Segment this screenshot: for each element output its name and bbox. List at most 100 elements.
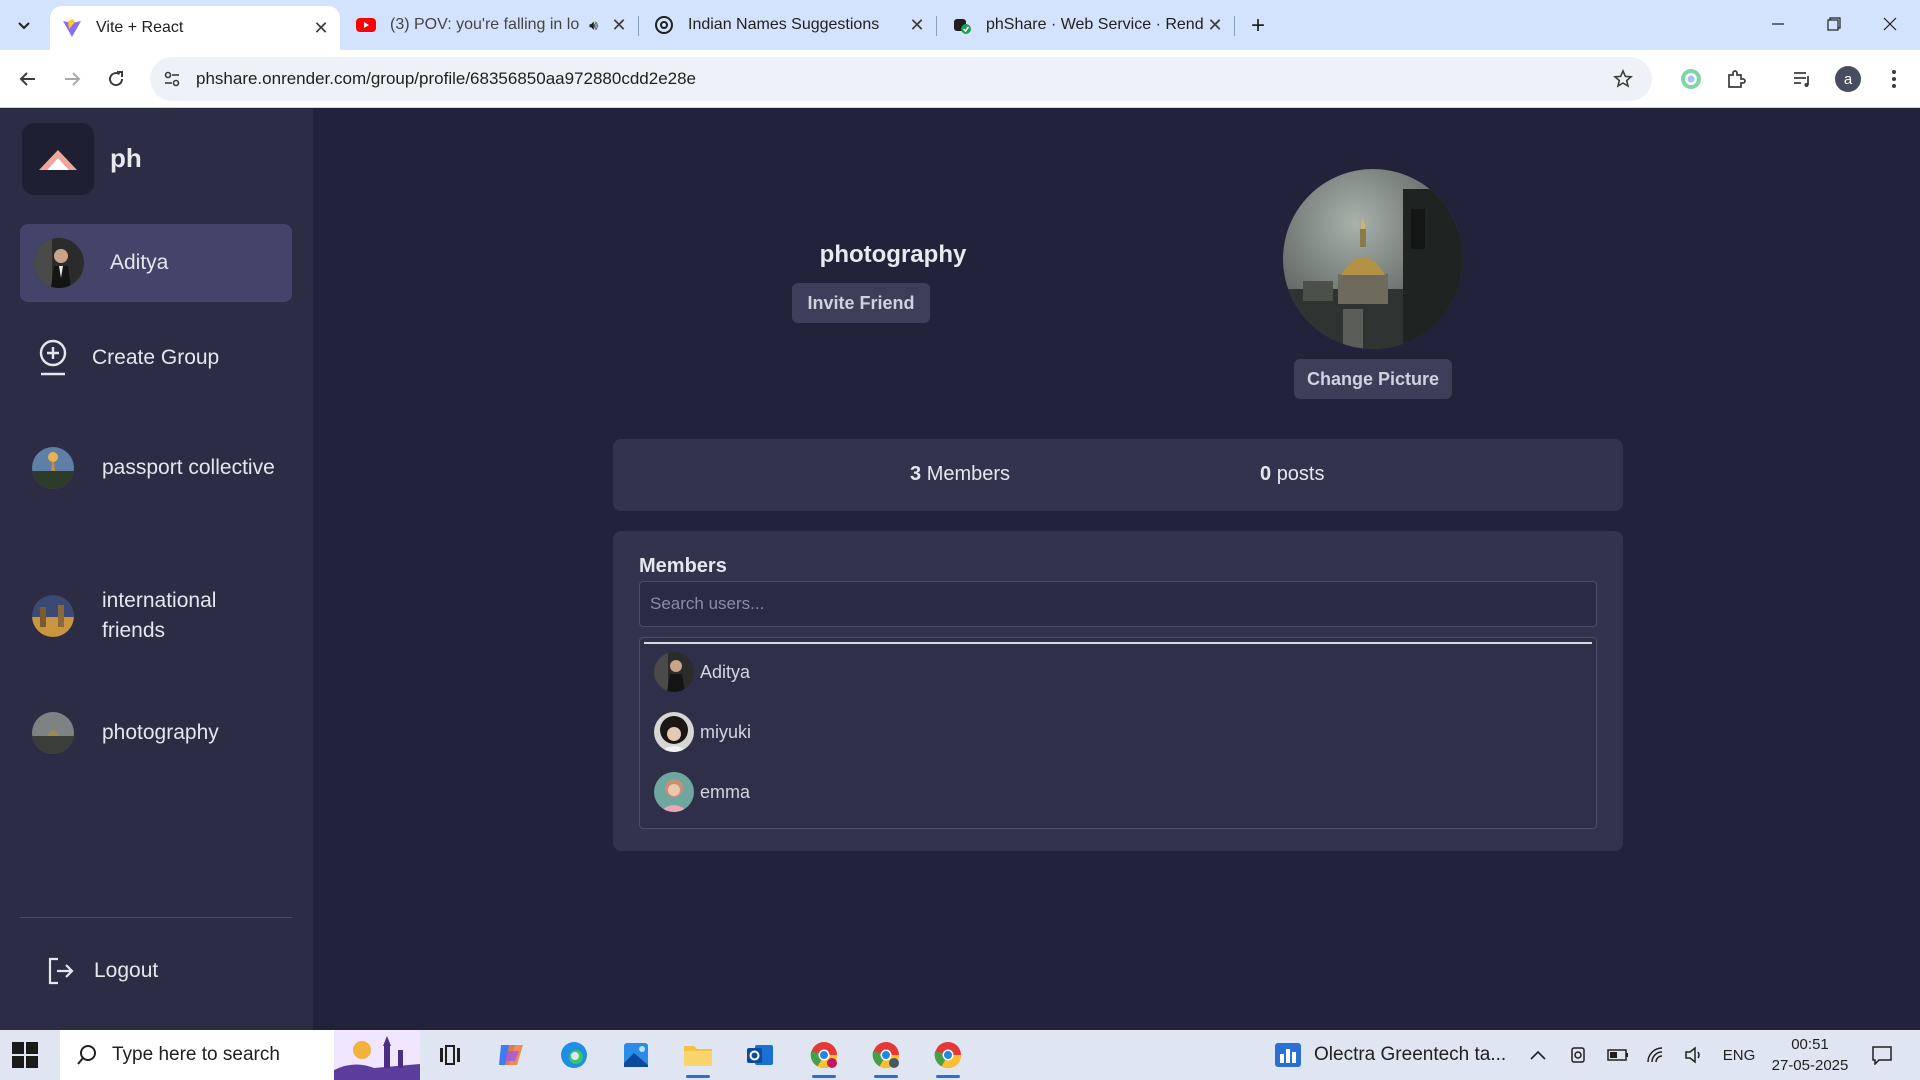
reload-button[interactable] bbox=[100, 63, 132, 95]
invite-friend-button[interactable]: Invite Friend bbox=[792, 283, 930, 323]
group-avatar bbox=[32, 712, 74, 754]
tray-language[interactable]: ENG bbox=[1718, 1030, 1760, 1080]
site-info-icon[interactable] bbox=[160, 67, 184, 91]
close-tab-icon[interactable]: ✕ bbox=[906, 14, 928, 36]
members-word: Members bbox=[926, 463, 1011, 485]
restore-icon bbox=[1827, 17, 1841, 31]
member-item-aditya[interactable]: Aditya bbox=[654, 652, 750, 692]
tab-chatgpt[interactable]: Indian Names Suggestions ✕ bbox=[642, 6, 937, 44]
speaker-icon[interactable]: 🔊︎ bbox=[589, 17, 598, 34]
clock-date: 27-05-2025 bbox=[1771, 1057, 1849, 1074]
photos-icon bbox=[624, 1043, 648, 1067]
sidebar-item-profile[interactable]: Aditya bbox=[20, 224, 292, 302]
back-arrow-icon bbox=[19, 72, 35, 86]
profile-avatar[interactable]: a bbox=[1832, 63, 1864, 95]
restore-button[interactable] bbox=[1812, 8, 1856, 40]
member-item-emma[interactable]: emma bbox=[654, 772, 750, 812]
taskbar-outlook[interactable] bbox=[742, 1038, 778, 1072]
brand-name: ph bbox=[110, 143, 142, 173]
sidebar: ph Aditya Create Group passport collecti… bbox=[0, 109, 313, 1030]
close-tab-icon[interactable]: ✕ bbox=[1204, 14, 1226, 36]
task-view-button[interactable] bbox=[432, 1038, 468, 1072]
address-bar[interactable]: phshare.onrender.com/group/profile/68356… bbox=[150, 57, 1652, 101]
windows-logo-icon bbox=[12, 1042, 38, 1068]
battery-icon bbox=[1607, 1049, 1628, 1061]
taskbar-photos[interactable] bbox=[618, 1038, 654, 1072]
taskbar-chrome-profile-1[interactable] bbox=[806, 1038, 842, 1078]
taskbar-copilot[interactable] bbox=[494, 1038, 530, 1072]
close-tab-icon[interactable]: ✕ bbox=[310, 17, 332, 39]
tab-youtube[interactable]: (3) POV: you're falling in lov 🔊︎ ✕ bbox=[344, 6, 639, 44]
add-circle-icon bbox=[39, 339, 67, 376]
minimize-button[interactable] bbox=[1756, 8, 1800, 40]
posts-count: 0 bbox=[1260, 463, 1272, 485]
tab-search-button[interactable] bbox=[10, 12, 38, 40]
media-controls-icon[interactable] bbox=[1786, 63, 1818, 95]
sidebar-item-group-passport-collective[interactable]: passport collective bbox=[20, 437, 292, 499]
start-button[interactable] bbox=[12, 1042, 38, 1068]
kebab-menu-icon bbox=[1892, 70, 1896, 88]
bookmark-star-icon[interactable] bbox=[1610, 66, 1636, 92]
openai-icon bbox=[654, 15, 674, 35]
tray-battery[interactable] bbox=[1604, 1030, 1632, 1080]
browser-menu-button[interactable] bbox=[1878, 63, 1910, 95]
back-button[interactable] bbox=[12, 63, 44, 95]
sidebar-item-group-photography[interactable]: photography bbox=[20, 702, 292, 764]
group-avatar bbox=[32, 595, 74, 637]
posts-word: posts bbox=[1276, 463, 1325, 485]
url-text: phshare.onrender.com/group/profile/68356… bbox=[196, 69, 697, 88]
notification-center[interactable] bbox=[1864, 1030, 1900, 1080]
copilot-icon bbox=[499, 1045, 523, 1065]
close-tab-icon[interactable]: ✕ bbox=[608, 14, 630, 36]
taskbar-file-explorer[interactable] bbox=[680, 1038, 716, 1078]
taskbar-edge[interactable] bbox=[556, 1038, 592, 1072]
change-picture-button[interactable]: Change Picture bbox=[1294, 359, 1452, 399]
members-count-stat: 3 Members bbox=[910, 463, 1010, 486]
extensions-puzzle-icon[interactable] bbox=[1720, 63, 1752, 95]
group-avatar bbox=[32, 447, 74, 489]
search-icon bbox=[77, 1045, 96, 1065]
show-hidden-icons[interactable] bbox=[1524, 1030, 1552, 1080]
group-name-heading: photography bbox=[819, 241, 967, 268]
member-avatar bbox=[654, 712, 694, 752]
tray-meet-now[interactable] bbox=[1564, 1030, 1592, 1080]
tray-wifi[interactable] bbox=[1642, 1030, 1670, 1080]
taskbar-search[interactable]: Type here to search bbox=[60, 1030, 420, 1080]
forward-arrow-icon bbox=[65, 72, 81, 86]
tray-volume[interactable] bbox=[1680, 1030, 1708, 1080]
app-logo[interactable] bbox=[22, 123, 94, 195]
news-headline: Olectra Greentech ta... bbox=[1314, 1044, 1507, 1065]
search-highlight-icon bbox=[334, 1030, 420, 1080]
member-item-miyuki[interactable]: miyuki bbox=[654, 712, 751, 752]
sidebar-item-group-international-friends[interactable]: international friends bbox=[20, 570, 292, 662]
taskbar-chrome-profile-3[interactable] bbox=[930, 1038, 966, 1078]
list-divider bbox=[644, 642, 1592, 644]
member-search-input[interactable] bbox=[639, 581, 1597, 627]
member-name: Aditya bbox=[700, 661, 751, 682]
extension-green-icon[interactable] bbox=[1675, 63, 1707, 95]
sidebar-item-create-group[interactable]: Create Group bbox=[20, 327, 292, 389]
close-window-button[interactable] bbox=[1868, 8, 1912, 40]
create-group-label: Create Group bbox=[92, 346, 220, 369]
tab-vite-react[interactable]: Vite + React ✕ bbox=[50, 6, 340, 50]
youtube-icon bbox=[356, 15, 376, 35]
posts-count-stat: 0 posts bbox=[1260, 463, 1325, 486]
group-stats-card: 3 Members 0 posts bbox=[613, 439, 1623, 511]
group-profile-main: photography Invite Friend Change Picture… bbox=[313, 109, 1920, 1030]
vite-icon bbox=[62, 18, 82, 38]
forward-button[interactable] bbox=[56, 63, 88, 95]
new-tab-button[interactable]: + bbox=[1244, 12, 1272, 40]
notification-icon bbox=[1872, 1046, 1892, 1065]
device-icon bbox=[1571, 1047, 1585, 1063]
wifi-icon bbox=[1647, 1047, 1663, 1063]
render-icon bbox=[952, 15, 972, 35]
sidebar-divider bbox=[20, 917, 292, 918]
browser-tab-bar: Vite + React ✕ (3) POV: you're falling i… bbox=[0, 0, 1920, 50]
taskbar-chrome-profile-2[interactable] bbox=[868, 1038, 904, 1078]
logout-button[interactable]: Logout bbox=[20, 943, 292, 999]
tab-render[interactable]: phShare · Web Service · Rende ✕ bbox=[940, 6, 1235, 44]
member-name: emma bbox=[700, 781, 751, 802]
taskbar-news-widget[interactable]: Olectra Greentech ta... bbox=[1274, 1030, 1506, 1080]
group-name: photography bbox=[102, 721, 219, 744]
taskbar-clock[interactable]: 00:51 27-05-2025 bbox=[1770, 1034, 1850, 1076]
